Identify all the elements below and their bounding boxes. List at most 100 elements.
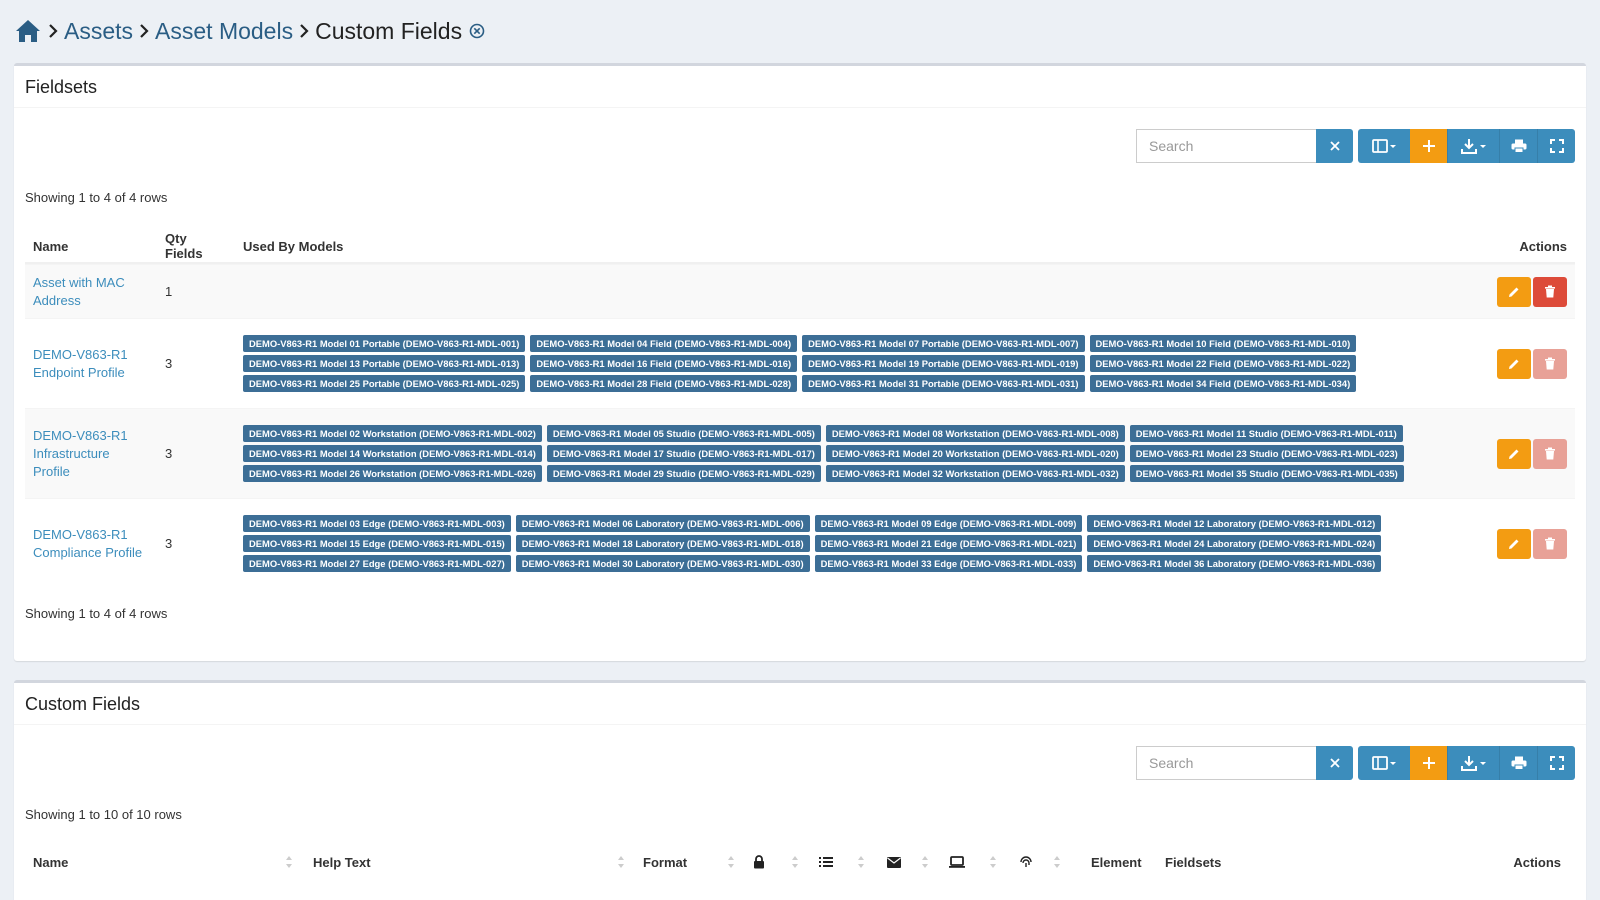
- fullscreen-button[interactable]: [1537, 746, 1575, 780]
- model-tag[interactable]: DEMO-V863-R1 Model 08 Workstation (DEMO-…: [825, 424, 1125, 442]
- search-group: [1136, 746, 1353, 780]
- col-header-email[interactable]: [865, 855, 929, 869]
- fieldset-name-link[interactable]: DEMO-V863-R1 Endpoint Profile: [25, 346, 157, 382]
- model-tag[interactable]: DEMO-V863-R1 Model 01 Portable (DEMO-V86…: [243, 334, 526, 352]
- model-tag[interactable]: DEMO-V863-R1 Model 22 Field (DEMO-V863-R…: [1089, 354, 1357, 372]
- x-circle-icon[interactable]: [468, 22, 486, 40]
- model-tag[interactable]: DEMO-V863-R1 Model 14 Workstation (DEMO-…: [243, 444, 542, 462]
- export-button[interactable]: [1447, 129, 1499, 163]
- export-button[interactable]: [1447, 746, 1499, 780]
- model-tag[interactable]: DEMO-V863-R1 Model 03 Edge (DEMO-V863-R1…: [243, 514, 511, 532]
- model-tag[interactable]: DEMO-V863-R1 Model 09 Edge (DEMO-V863-R1…: [814, 514, 1083, 532]
- model-tag[interactable]: DEMO-V863-R1 Model 21 Edge (DEMO-V863-R1…: [814, 534, 1083, 552]
- col-header-help-text[interactable]: Help Text: [293, 855, 625, 870]
- col-header-show-in-list[interactable]: [799, 855, 865, 869]
- col-header-user-view[interactable]: [929, 855, 997, 869]
- edit-button[interactable]: [1497, 438, 1531, 469]
- fullscreen-button[interactable]: [1537, 129, 1575, 163]
- model-tag[interactable]: DEMO-V863-R1 Model 10 Field (DEMO-V863-R…: [1089, 334, 1357, 352]
- model-tag[interactable]: DEMO-V863-R1 Model 35 Studio (DEMO-V863-…: [1129, 464, 1404, 482]
- model-tag[interactable]: DEMO-V863-R1 Model 18 Laboratory (DEMO-V…: [515, 534, 810, 552]
- model-tag[interactable]: DEMO-V863-R1 Model 32 Workstation (DEMO-…: [825, 464, 1125, 482]
- col-header-name[interactable]: Name: [25, 855, 293, 870]
- pencil-icon: [1509, 449, 1519, 459]
- sort-icon: [286, 856, 292, 868]
- delete-button[interactable]: [1533, 528, 1567, 559]
- model-tag[interactable]: DEMO-V863-R1 Model 02 Workstation (DEMO-…: [243, 424, 542, 442]
- sort-icon: [858, 856, 864, 868]
- table-row: DEMO-V863-R1 Compliance Profile 3 DEMO-V…: [25, 498, 1575, 588]
- model-tag[interactable]: DEMO-V863-R1 Model 12 Laboratory (DEMO-V…: [1087, 514, 1382, 532]
- plus-icon: [1422, 140, 1435, 152]
- print-icon: [1511, 139, 1526, 153]
- delete-button[interactable]: [1533, 276, 1567, 307]
- row-actions: [1489, 348, 1575, 379]
- model-tag[interactable]: DEMO-V863-R1 Model 11 Studio (DEMO-V863-…: [1129, 424, 1403, 442]
- fieldset-name-link[interactable]: DEMO-V863-R1 Compliance Profile: [25, 526, 157, 562]
- search-input[interactable]: [1136, 746, 1316, 780]
- breadcrumb-asset-models[interactable]: Asset Models: [155, 18, 293, 45]
- model-tag[interactable]: DEMO-V863-R1 Model 31 Portable (DEMO-V86…: [802, 374, 1085, 392]
- fieldset-name-link[interactable]: DEMO-V863-R1 Infrastructure Profile: [25, 427, 157, 481]
- print-button[interactable]: [1499, 746, 1537, 780]
- fieldset-name-link[interactable]: Asset with MAC Address: [25, 274, 157, 310]
- model-tag[interactable]: DEMO-V863-R1 Model 33 Edge (DEMO-V863-R1…: [814, 554, 1083, 572]
- col-header-used-by-models[interactable]: Used By Models: [235, 239, 1489, 254]
- delete-button[interactable]: [1533, 348, 1567, 379]
- edit-button[interactable]: [1497, 348, 1531, 379]
- columns-button[interactable]: [1358, 746, 1410, 780]
- fieldsets-toolbar: [1136, 129, 1575, 163]
- breadcrumb-current: Custom Fields: [315, 17, 463, 44]
- model-tag[interactable]: DEMO-V863-R1 Model 13 Portable (DEMO-V86…: [243, 354, 526, 372]
- clear-search-button[interactable]: [1316, 129, 1353, 163]
- model-tag[interactable]: DEMO-V863-R1 Model 15 Edge (DEMO-V863-R1…: [243, 534, 511, 552]
- model-tag[interactable]: DEMO-V863-R1 Model 06 Laboratory (DEMO-V…: [515, 514, 810, 532]
- print-button[interactable]: [1499, 129, 1537, 163]
- model-tag[interactable]: DEMO-V863-R1 Model 24 Laboratory (DEMO-V…: [1087, 534, 1382, 552]
- pagination-info: Showing 1 to 10 of 10 rows: [25, 807, 182, 822]
- col-header-format[interactable]: Format: [625, 855, 735, 870]
- trash-icon: [1545, 447, 1555, 460]
- custom-fields-box: Custom Fields Showing: [14, 680, 1586, 900]
- search-input[interactable]: [1136, 129, 1316, 163]
- model-tag[interactable]: DEMO-V863-R1 Model 04 Field (DEMO-V863-R…: [530, 334, 798, 352]
- model-tag[interactable]: DEMO-V863-R1 Model 17 Studio (DEMO-V863-…: [546, 444, 821, 462]
- table-row: DEMO-V863-R1 Endpoint Profile 3 DEMO-V86…: [25, 318, 1575, 408]
- add-button[interactable]: [1410, 129, 1447, 163]
- col-header-element[interactable]: Element: [1061, 855, 1165, 870]
- model-tag[interactable]: DEMO-V863-R1 Model 07 Portable (DEMO-V86…: [802, 334, 1085, 352]
- model-tag[interactable]: DEMO-V863-R1 Model 36 Laboratory (DEMO-V…: [1087, 554, 1382, 572]
- add-button[interactable]: [1410, 746, 1447, 780]
- col-header-name[interactable]: Name: [25, 239, 157, 254]
- col-header-encrypted[interactable]: [735, 855, 799, 869]
- col-header-qty-fields[interactable]: Qty Fields: [157, 231, 235, 261]
- columns-button[interactable]: [1358, 129, 1410, 163]
- model-tag[interactable]: DEMO-V863-R1 Model 26 Workstation (DEMO-…: [243, 464, 542, 482]
- close-icon: [1329, 758, 1340, 768]
- col-header-actions: Actions: [1519, 238, 1567, 254]
- model-tag[interactable]: DEMO-V863-R1 Model 23 Studio (DEMO-V863-…: [1129, 444, 1404, 462]
- delete-button[interactable]: [1533, 438, 1567, 469]
- custom-fields-toolbar: [1136, 746, 1575, 780]
- print-icon: [1511, 756, 1526, 770]
- qty-fields: 3: [165, 446, 173, 461]
- fullscreen-icon: [1549, 139, 1564, 153]
- model-tag[interactable]: DEMO-V863-R1 Model 16 Field (DEMO-V863-R…: [530, 354, 798, 372]
- col-header-unique[interactable]: [997, 855, 1061, 869]
- breadcrumb-assets[interactable]: Assets: [64, 18, 133, 45]
- clear-search-button[interactable]: [1316, 746, 1353, 780]
- model-tag[interactable]: DEMO-V863-R1 Model 25 Portable (DEMO-V86…: [243, 374, 526, 392]
- model-tag[interactable]: DEMO-V863-R1 Model 27 Edge (DEMO-V863-R1…: [243, 554, 511, 572]
- model-tag[interactable]: DEMO-V863-R1 Model 20 Workstation (DEMO-…: [825, 444, 1125, 462]
- model-tag[interactable]: DEMO-V863-R1 Model 19 Portable (DEMO-V86…: [802, 354, 1085, 372]
- home-icon[interactable]: [14, 17, 42, 45]
- edit-button[interactable]: [1497, 528, 1531, 559]
- model-tag[interactable]: DEMO-V863-R1 Model 34 Field (DEMO-V863-R…: [1089, 374, 1357, 392]
- edit-button[interactable]: [1497, 276, 1531, 307]
- model-tag[interactable]: DEMO-V863-R1 Model 28 Field (DEMO-V863-R…: [530, 374, 798, 392]
- col-header-fieldsets[interactable]: Fieldsets: [1165, 855, 1441, 870]
- model-tag[interactable]: DEMO-V863-R1 Model 05 Studio (DEMO-V863-…: [546, 424, 821, 442]
- chevron-right-icon: [133, 19, 155, 43]
- model-tag[interactable]: DEMO-V863-R1 Model 30 Laboratory (DEMO-V…: [515, 554, 810, 572]
- model-tag[interactable]: DEMO-V863-R1 Model 29 Studio (DEMO-V863-…: [546, 464, 821, 482]
